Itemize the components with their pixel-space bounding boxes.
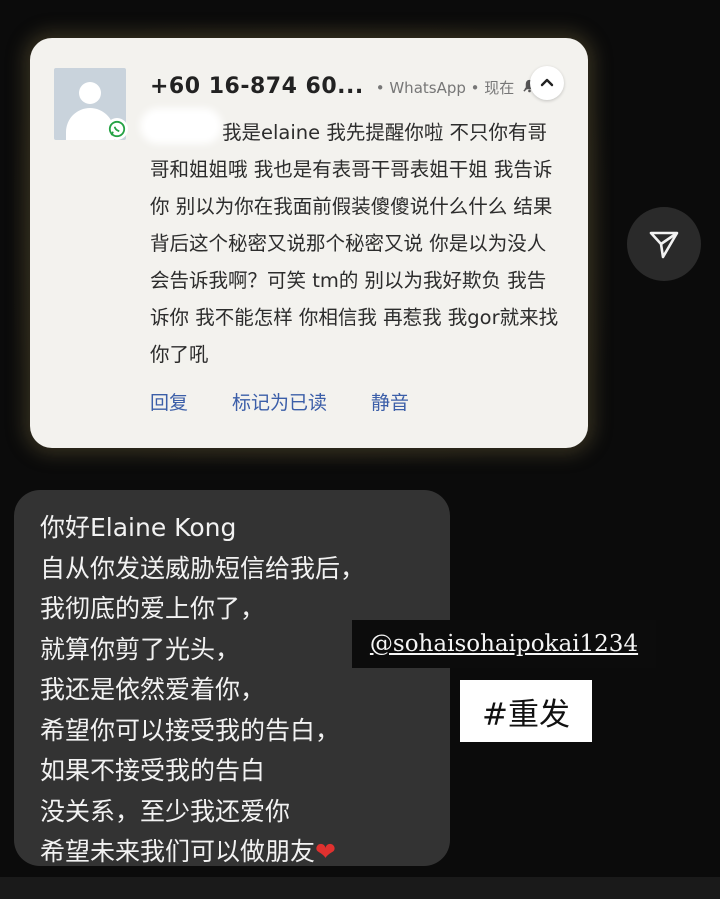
whatsapp-icon [106, 118, 128, 140]
notification-header: +60 16-874 60... • WhatsApp • 现在 [150, 74, 536, 99]
reply-line: 自从你发送威胁短信给我后， [40, 553, 366, 583]
heart-icon: ❤ [315, 837, 336, 866]
reply-message-bubble: 你好Elaine Kong 自从你发送威胁短信给我后， 我彻底的爱上你了， 就算… [14, 490, 450, 866]
reply-line: 如果不接受我的告白 [40, 756, 266, 785]
reply-line: 希望你可以接受我的告白， [40, 715, 341, 745]
hashtag-overlay: #重发 [460, 680, 592, 742]
app-timestamp: • WhatsApp • 现在 [375, 79, 515, 97]
reply-action[interactable]: 回复 [150, 388, 188, 415]
notification-actions: 回复 标记为已读 静音 [150, 388, 409, 415]
bottom-bar [0, 877, 720, 899]
chevron-up-icon[interactable] [530, 66, 564, 100]
reply-line: 我还是依然爱着你， [40, 675, 266, 704]
sender-phone: +60 16-874 60... [150, 74, 364, 99]
reply-line: 没关系，至少我还爱你 [40, 796, 291, 826]
reply-line: 希望未来我们可以做朋友 [40, 837, 316, 866]
reply-line-last: 希望未来我们可以做朋友❤ [40, 832, 440, 873]
send-icon[interactable] [627, 207, 701, 281]
redacted-sender-name [146, 114, 216, 138]
reply-line: 你好Elaine Kong [40, 513, 237, 542]
whatsapp-notification-card[interactable]: +60 16-874 60... • WhatsApp • 现在 我是elain… [30, 38, 588, 448]
reply-message-text: 你好Elaine Kong 自从你发送威胁短信给我后， 我彻底的爱上你了， 就算… [40, 508, 440, 873]
account-handle-overlay: @sohaisohaipokai1234 [352, 620, 656, 668]
notification-message: 我是elaine 我先提醒你啦 不只你有哥哥和姐姐哦 我也是有表哥干哥表姐干姐 … [150, 121, 559, 366]
mute-action[interactable]: 静音 [371, 388, 409, 415]
mark-read-action[interactable]: 标记为已读 [232, 388, 327, 415]
